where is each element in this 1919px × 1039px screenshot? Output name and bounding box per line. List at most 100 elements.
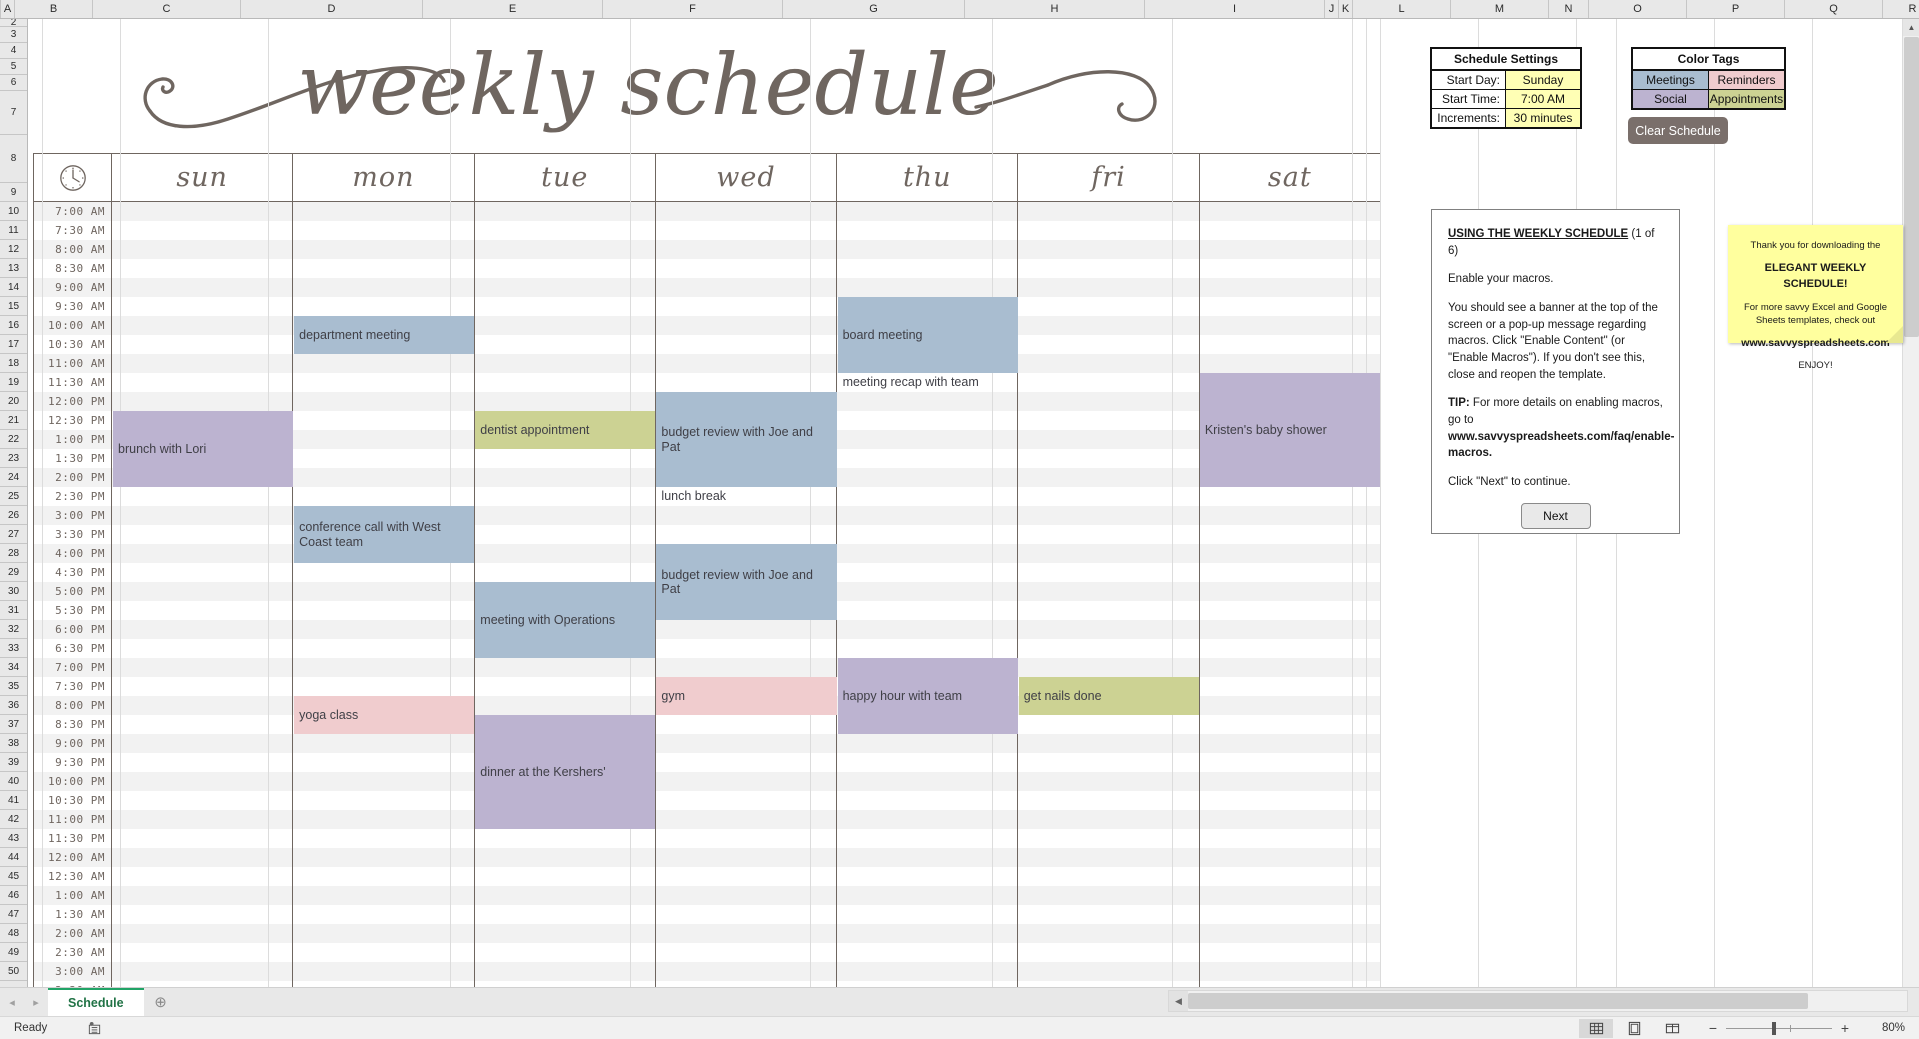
schedule-cell[interactable] (474, 449, 656, 468)
schedule-cell[interactable] (293, 620, 475, 639)
schedule-cell[interactable] (293, 734, 475, 753)
zoom-track[interactable] (1726, 1021, 1832, 1035)
row-header-17[interactable]: 17 (0, 335, 27, 354)
schedule-cell[interactable] (112, 753, 294, 772)
schedule-cell[interactable] (112, 354, 294, 373)
schedule-cell[interactable] (112, 620, 294, 639)
schedule-cell[interactable] (112, 240, 294, 259)
schedule-cell[interactable] (112, 696, 294, 715)
row-header-39[interactable]: 39 (0, 753, 27, 772)
schedule-cell[interactable] (293, 354, 475, 373)
column-header-P[interactable]: P (1687, 0, 1785, 18)
column-header-H[interactable]: H (965, 0, 1145, 18)
schedule-cell[interactable] (293, 886, 475, 905)
schedule-cell[interactable] (112, 848, 294, 867)
row-header-19[interactable]: 19 (0, 373, 27, 392)
select-all-corner[interactable] (0, 0, 1, 18)
schedule-cell[interactable] (112, 297, 294, 316)
schedule-cell[interactable] (293, 943, 475, 962)
schedule-cell[interactable] (112, 886, 294, 905)
schedule-cell[interactable] (293, 240, 475, 259)
schedule-cell[interactable] (293, 278, 475, 297)
row-header-10[interactable]: 10 (0, 202, 27, 221)
zoom-in-button[interactable]: + (1839, 1020, 1851, 1036)
row-header-2[interactable]: 2 (0, 19, 27, 28)
row-header-32[interactable]: 32 (0, 620, 27, 639)
schedule-cell[interactable] (293, 810, 475, 829)
schedule-cell[interactable] (474, 468, 656, 487)
row-header-26[interactable]: 26 (0, 506, 27, 525)
schedule-cell[interactable] (293, 411, 475, 430)
column-header-E[interactable]: E (423, 0, 603, 18)
record-macro-icon[interactable] (87, 1021, 102, 1036)
row-header-9[interactable]: 9 (0, 183, 27, 202)
column-header-Q[interactable]: Q (1785, 0, 1883, 18)
schedule-cell[interactable] (112, 202, 294, 221)
schedule-cell[interactable] (293, 639, 475, 658)
row-header-44[interactable]: 44 (0, 848, 27, 867)
schedule-cell[interactable] (293, 487, 475, 506)
row-header-38[interactable]: 38 (0, 734, 27, 753)
row-header-33[interactable]: 33 (0, 639, 27, 658)
column-header-F[interactable]: F (603, 0, 783, 18)
schedule-cell[interactable] (293, 430, 475, 449)
schedule-cell[interactable] (293, 392, 475, 411)
schedule-cell[interactable] (112, 734, 294, 753)
schedule-cell[interactable] (112, 772, 294, 791)
add-sheet-icon[interactable]: ⊕ (144, 988, 178, 1017)
schedule-cell[interactable] (474, 259, 656, 278)
schedule-cell[interactable] (112, 810, 294, 829)
sheet-nav-next[interactable]: ▸ (24, 991, 48, 1013)
page-layout-view-button[interactable] (1617, 1019, 1651, 1038)
row-header-22[interactable]: 22 (0, 430, 27, 449)
schedule-cell[interactable] (474, 297, 656, 316)
schedule-event[interactable]: brunch with Lori (113, 411, 294, 487)
schedule-cell[interactable] (293, 753, 475, 772)
row-header-5[interactable]: 5 (0, 59, 27, 75)
schedule-cell[interactable] (293, 202, 475, 221)
column-header-J[interactable]: J (1325, 0, 1339, 18)
schedule-cell[interactable] (112, 487, 294, 506)
schedule-cell[interactable] (474, 867, 656, 886)
schedule-cell[interactable] (112, 962, 294, 981)
schedule-cell[interactable] (474, 829, 656, 848)
schedule-cell[interactable] (112, 221, 294, 240)
schedule-cell[interactable] (112, 867, 294, 886)
color-tag-meetings[interactable]: Meetings (1633, 71, 1709, 89)
schedule-cell[interactable] (293, 848, 475, 867)
schedule-event[interactable]: dinner at the Kershers' (475, 715, 656, 829)
schedule-cell[interactable] (474, 886, 656, 905)
horizontal-scrollbar[interactable]: ◀ (1168, 990, 1908, 1012)
schedule-cell[interactable] (112, 563, 294, 582)
schedule-cell[interactable] (112, 715, 294, 734)
schedule-cell[interactable] (112, 544, 294, 563)
normal-view-button[interactable] (1579, 1018, 1613, 1038)
schedule-cell[interactable] (474, 848, 656, 867)
row-header-16[interactable]: 16 (0, 316, 27, 335)
scroll-up-arrow[interactable]: ▲ (1903, 19, 1919, 36)
schedule-cell[interactable] (112, 506, 294, 525)
schedule-cell[interactable] (474, 316, 656, 335)
next-button[interactable]: Next (1520, 502, 1591, 529)
row-header-47[interactable]: 47 (0, 905, 27, 924)
schedule-cell[interactable] (112, 316, 294, 335)
schedule-event[interactable]: gym (656, 677, 837, 715)
zoom-out-button[interactable]: − (1707, 1020, 1719, 1036)
schedule-cell[interactable] (293, 373, 475, 392)
schedule-cell[interactable] (474, 240, 656, 259)
schedule-cell[interactable] (474, 278, 656, 297)
row-header-35[interactable]: 35 (0, 677, 27, 696)
row-header-27[interactable]: 27 (0, 525, 27, 544)
schedule-cell[interactable] (293, 867, 475, 886)
schedule-cell[interactable] (293, 924, 475, 943)
schedule-cell[interactable] (293, 468, 475, 487)
page-break-view-button[interactable] (1655, 1019, 1689, 1038)
row-header-8[interactable]: 8 (0, 135, 27, 183)
row-header-46[interactable]: 46 (0, 886, 27, 905)
schedule-cell[interactable] (112, 829, 294, 848)
schedule-cell[interactable] (293, 677, 475, 696)
row-header-45[interactable]: 45 (0, 867, 27, 886)
clear-schedule-button[interactable]: Clear Schedule (1628, 117, 1728, 144)
column-header-L[interactable]: L (1353, 0, 1451, 18)
schedule-cell[interactable] (293, 829, 475, 848)
